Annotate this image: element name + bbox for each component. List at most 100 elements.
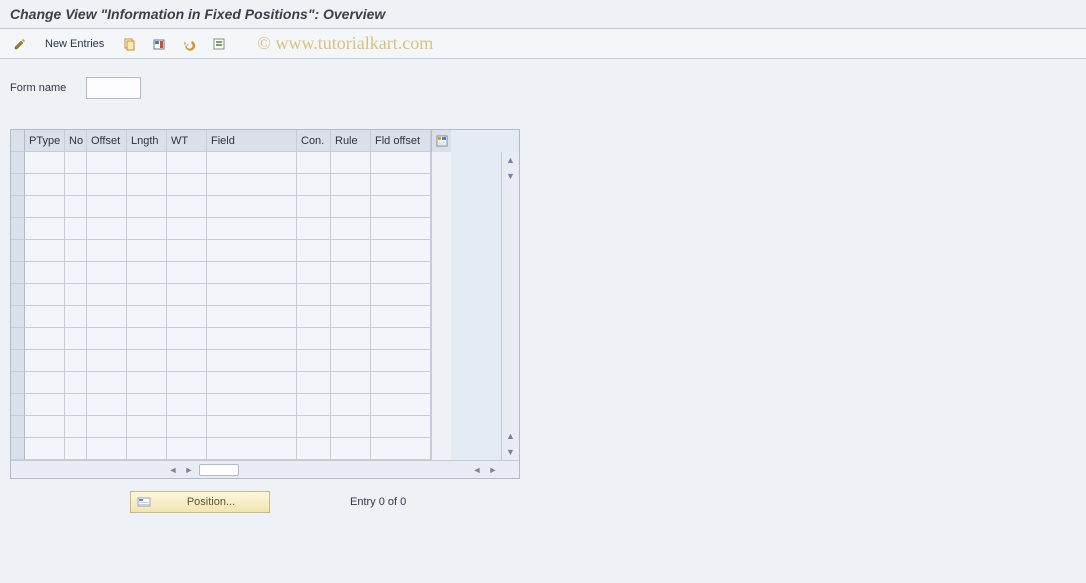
cell[interactable] — [371, 152, 431, 174]
cell[interactable] — [297, 196, 331, 218]
cell[interactable] — [25, 416, 65, 438]
cell[interactable] — [65, 438, 87, 460]
cell[interactable] — [331, 262, 371, 284]
table-row[interactable] — [11, 372, 501, 394]
cell[interactable] — [127, 350, 167, 372]
cell[interactable] — [371, 196, 431, 218]
cell[interactable] — [297, 306, 331, 328]
table-row[interactable] — [11, 174, 501, 196]
cell[interactable] — [167, 240, 207, 262]
cell[interactable] — [207, 174, 297, 196]
table-row[interactable] — [11, 350, 501, 372]
row-handle[interactable] — [11, 394, 25, 416]
cell[interactable] — [127, 306, 167, 328]
cell[interactable] — [331, 174, 371, 196]
row-handle[interactable] — [11, 350, 25, 372]
cell[interactable] — [297, 240, 331, 262]
cell[interactable] — [167, 328, 207, 350]
cell[interactable] — [371, 306, 431, 328]
cell[interactable] — [65, 306, 87, 328]
cell[interactable] — [371, 218, 431, 240]
cell[interactable] — [297, 328, 331, 350]
cell[interactable] — [25, 372, 65, 394]
cell[interactable] — [331, 240, 371, 262]
cell[interactable] — [297, 350, 331, 372]
cell[interactable] — [331, 196, 371, 218]
row-handle[interactable] — [11, 416, 25, 438]
copy-as-button[interactable] — [117, 34, 141, 54]
table-row[interactable] — [11, 262, 501, 284]
cell[interactable] — [127, 174, 167, 196]
cell[interactable] — [25, 328, 65, 350]
row-handle[interactable] — [11, 218, 25, 240]
cell[interactable] — [371, 284, 431, 306]
row-handle[interactable] — [11, 240, 25, 262]
cell[interactable] — [331, 438, 371, 460]
undo-button[interactable] — [177, 34, 201, 54]
cell[interactable] — [127, 218, 167, 240]
cell[interactable] — [297, 152, 331, 174]
cell[interactable] — [87, 196, 127, 218]
cell[interactable] — [127, 262, 167, 284]
cell[interactable] — [127, 152, 167, 174]
cell[interactable] — [25, 240, 65, 262]
cell[interactable] — [331, 218, 371, 240]
cell[interactable] — [127, 372, 167, 394]
cell[interactable] — [127, 240, 167, 262]
cell[interactable] — [25, 350, 65, 372]
scroll-left-end-button[interactable]: ◄ — [469, 463, 485, 477]
cell[interactable] — [371, 394, 431, 416]
cell[interactable] — [87, 306, 127, 328]
cell[interactable] — [207, 218, 297, 240]
table-row[interactable] — [11, 438, 501, 460]
cell[interactable] — [87, 416, 127, 438]
toggle-display-change-button[interactable] — [8, 34, 32, 54]
cell[interactable] — [207, 262, 297, 284]
col-no[interactable]: No — [65, 130, 87, 152]
cell[interactable] — [207, 372, 297, 394]
cell[interactable] — [371, 350, 431, 372]
cell[interactable] — [127, 196, 167, 218]
cell[interactable] — [167, 438, 207, 460]
cell[interactable] — [371, 174, 431, 196]
cell[interactable] — [127, 394, 167, 416]
cell[interactable] — [207, 394, 297, 416]
row-select-header[interactable] — [11, 130, 25, 152]
cell[interactable] — [87, 240, 127, 262]
cell[interactable] — [167, 284, 207, 306]
cell[interactable] — [167, 372, 207, 394]
cell[interactable] — [331, 350, 371, 372]
cell[interactable] — [25, 218, 65, 240]
cell[interactable] — [371, 372, 431, 394]
col-ptype[interactable]: PType — [25, 130, 65, 152]
row-handle[interactable] — [11, 196, 25, 218]
cell[interactable] — [87, 174, 127, 196]
row-handle[interactable] — [11, 152, 25, 174]
cell[interactable] — [297, 174, 331, 196]
cell[interactable] — [65, 174, 87, 196]
cell[interactable] — [167, 350, 207, 372]
cell[interactable] — [371, 416, 431, 438]
cell[interactable] — [65, 284, 87, 306]
cell[interactable] — [297, 372, 331, 394]
cell[interactable] — [25, 152, 65, 174]
scroll-down-button[interactable]: ▼ — [502, 444, 519, 460]
cell[interactable] — [65, 394, 87, 416]
cell[interactable] — [127, 328, 167, 350]
cell[interactable] — [25, 174, 65, 196]
cell[interactable] — [87, 438, 127, 460]
cell[interactable] — [127, 284, 167, 306]
cell[interactable] — [297, 438, 331, 460]
cell[interactable] — [65, 328, 87, 350]
cell[interactable] — [297, 416, 331, 438]
cell[interactable] — [167, 394, 207, 416]
table-row[interactable] — [11, 328, 501, 350]
cell[interactable] — [297, 284, 331, 306]
cell[interactable] — [371, 262, 431, 284]
cell[interactable] — [207, 438, 297, 460]
cell[interactable] — [25, 394, 65, 416]
cell[interactable] — [87, 152, 127, 174]
table-row[interactable] — [11, 306, 501, 328]
cell[interactable] — [167, 262, 207, 284]
row-handle[interactable] — [11, 306, 25, 328]
